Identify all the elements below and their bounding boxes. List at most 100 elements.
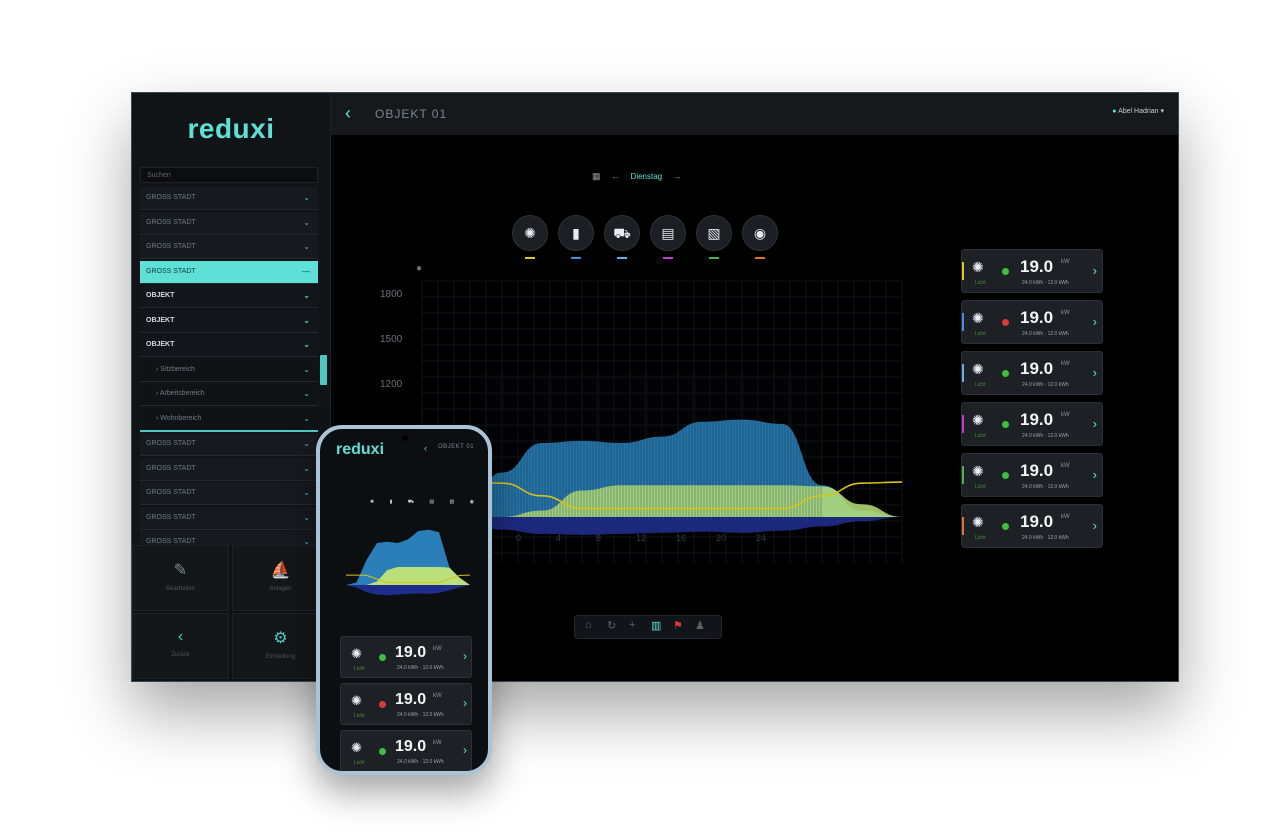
device-unit: kW [1061, 412, 1070, 418]
device-category-marker [962, 364, 964, 382]
chevron-right-icon[interactable]: › [1093, 416, 1097, 431]
device-subtext: 24.0 kWh · 12.0 kWh [397, 759, 444, 765]
device-subtext: 24.0 kWh · 12.0 kWh [1022, 382, 1069, 388]
device-type-label: Licht [975, 331, 986, 337]
device-value: 19.0 [1020, 359, 1054, 378]
status-indicator [379, 701, 386, 708]
device-type-label: Licht [354, 713, 365, 719]
bottom-toolbar: ⌂ ↻ + ▥ ⚑ ♟ [574, 615, 722, 639]
phone-device-card[interactable]: ✺ Licht 19.0 kW 24.0 kWh · 12.0 kWh › [340, 636, 472, 678]
device-card[interactable]: ✺ Licht 19.0 kW 24.0 kWh · 12.0 kWh › [961, 249, 1103, 293]
grid-export-area [422, 517, 902, 535]
device-unit: kW [433, 740, 442, 746]
device-card[interactable]: ✺ Licht 19.0 kW 24.0 kWh · 12.0 kWh › [961, 504, 1103, 548]
device-type-label: Licht [975, 280, 986, 286]
status-indicator [1002, 268, 1009, 275]
chevron-right-icon[interactable]: › [1093, 518, 1097, 533]
device-type-label: Licht [975, 433, 986, 439]
device-card[interactable]: ✺ Licht 19.0 kW 24.0 kWh · 12.0 kWh › [961, 453, 1103, 497]
chart-origin-dot: ● [416, 263, 423, 274]
y-tick-label: 1800 [380, 289, 403, 300]
device-category-marker [962, 415, 964, 433]
bulb-icon: ✺ [972, 310, 984, 326]
device-category-marker [962, 262, 964, 280]
device-unit: kW [1061, 310, 1070, 316]
device-card[interactable]: ✺ Licht 19.0 kW 24.0 kWh · 12.0 kWh › [961, 351, 1103, 395]
device-subtext: 24.0 kWh · 12.0 kWh [1022, 280, 1069, 286]
home-icon[interactable]: ⌂ [585, 619, 592, 631]
status-indicator [1002, 523, 1009, 530]
bulb-icon: ✺ [972, 412, 984, 428]
phone-device-card[interactable]: ✺ Licht 19.0 kW 24.0 kWh · 12.0 kWh › [340, 683, 472, 725]
x-tick-label: 8 [596, 533, 602, 543]
status-indicator [379, 748, 386, 755]
y-tick-label: 1200 [380, 379, 403, 390]
bulb-icon: ✺ [351, 693, 362, 708]
device-type-label: Licht [975, 484, 986, 490]
device-type-label: Licht [354, 666, 365, 672]
device-value: 19.0 [1020, 308, 1054, 327]
device-subtext: 24.0 kWh · 12.0 kWh [1022, 535, 1069, 541]
device-category-marker [962, 466, 964, 484]
x-tick-label: 4 [556, 533, 562, 543]
status-indicator [1002, 421, 1009, 428]
chevron-right-icon[interactable]: › [463, 743, 467, 757]
device-unit: kW [433, 646, 442, 652]
status-indicator [1002, 472, 1009, 479]
phone-device-card[interactable]: ✺ Licht 19.0 kW 24.0 kWh · 12.0 kWh › [340, 730, 472, 771]
chart-icon[interactable]: ▥ [651, 619, 661, 632]
device-value: 19.0 [1020, 461, 1054, 480]
x-tick-label: 0 [516, 533, 522, 543]
chevron-right-icon[interactable]: › [1093, 263, 1097, 278]
chevron-right-icon[interactable]: › [1093, 365, 1097, 380]
x-tick-label: 12 [636, 533, 647, 543]
device-subtext: 24.0 kWh · 12.0 kWh [1022, 433, 1069, 439]
desktop-monitor: reduxi Suchen GROSS STADT ⌄ GROSS STADT ⌄ GR… [131, 92, 1179, 682]
phone-grid-export-area [346, 585, 470, 596]
device-unit: kW [1061, 259, 1070, 265]
device-unit: kW [1061, 514, 1070, 520]
bulb-icon: ✺ [972, 361, 984, 377]
status-indicator [1002, 319, 1009, 326]
device-value: 19.0 [1020, 410, 1054, 429]
device-type-label: Licht [975, 382, 986, 388]
device-card[interactable]: ✺ Licht 19.0 kW 24.0 kWh · 12.0 kWh › [961, 300, 1103, 344]
bulb-icon: ✺ [351, 740, 362, 755]
device-type-label: Licht [354, 760, 365, 766]
x-tick-label: 20 [716, 533, 727, 543]
device-category-marker [962, 313, 964, 331]
chevron-right-icon[interactable]: › [463, 649, 467, 663]
device-value: 19.0 [1020, 512, 1054, 531]
device-card[interactable]: ✺ Licht 19.0 kW 24.0 kWh · 12.0 kWh › [961, 402, 1103, 446]
device-value: 19.0 [395, 738, 427, 755]
device-value: 19.0 [1020, 257, 1054, 276]
device-value: 19.0 [395, 691, 427, 708]
alert-icon[interactable]: ⚑ [673, 619, 683, 632]
chevron-right-icon[interactable]: › [463, 696, 467, 710]
refresh-icon[interactable]: ↻ [607, 619, 616, 632]
device-subtext: 24.0 kWh · 12.0 kWh [1022, 484, 1069, 490]
user-icon[interactable]: ♟ [695, 619, 705, 632]
device-unit: kW [1061, 463, 1070, 469]
bulb-icon: ✺ [972, 259, 984, 275]
device-category-marker [962, 517, 964, 535]
chevron-right-icon[interactable]: › [1093, 314, 1097, 329]
status-indicator [1002, 370, 1009, 377]
bulb-icon: ✺ [972, 514, 984, 530]
device-unit: kW [433, 693, 442, 699]
status-indicator [379, 654, 386, 661]
plus-icon[interactable]: + [629, 619, 635, 631]
device-unit: kW [1061, 361, 1070, 367]
device-type-label: Licht [975, 535, 986, 541]
device-subtext: 24.0 kWh · 12.0 kWh [397, 665, 444, 671]
y-tick-label: 1500 [380, 334, 403, 345]
device-subtext: 24.0 kWh · 12.0 kWh [397, 712, 444, 718]
bulb-icon: ✺ [351, 646, 362, 661]
device-subtext: 24.0 kWh · 12.0 kWh [1022, 331, 1069, 337]
device-value: 19.0 [395, 644, 427, 661]
bulb-icon: ✺ [972, 463, 984, 479]
phone-mockup: reduxi ‹ OBJEKT 01 ✺ ▮ ⛟ ▤ ▧ ◉ ✺ Licht 19.… [316, 425, 492, 775]
chevron-right-icon[interactable]: › [1093, 467, 1097, 482]
x-tick-label: 24 [756, 533, 767, 543]
x-tick-label: 16 [676, 533, 687, 543]
